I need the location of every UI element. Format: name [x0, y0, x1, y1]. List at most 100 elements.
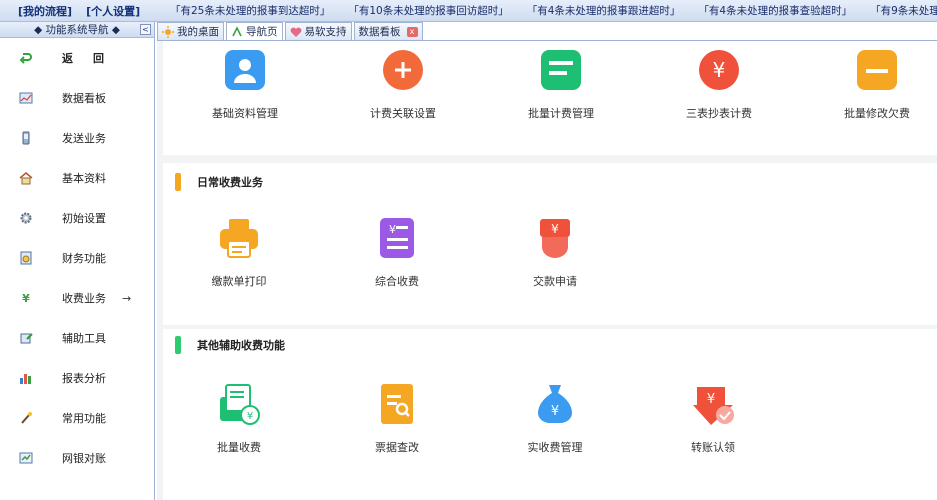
section-title-text: 日常收费业务: [197, 176, 263, 189]
sidebar-item-label: 网银对账: [62, 452, 106, 465]
notification-ticker: 「有25条未处理的报事到达超时」 「有10条未处理的报事回访超时」 「有4条未处…: [160, 3, 937, 18]
func-label: 批量收费: [217, 441, 261, 454]
sidebar-item-back[interactable]: 返回: [0, 38, 154, 78]
tab-label: 数据看板: [358, 26, 401, 38]
tab-label: 导航页: [246, 26, 278, 38]
tab-support[interactable]: 易软支持: [284, 22, 352, 40]
my-flow-link[interactable]: [我的流程]: [18, 3, 72, 19]
func-label: 基础资料管理: [212, 107, 278, 120]
sidebar-title: ◆ 功能系统导航 ◆: [34, 24, 120, 36]
phone-icon: [18, 130, 34, 146]
daily-charging-section: 日常收费业务 缴款单打印 ¥ 综合收费 ¥ 交款申请: [163, 163, 937, 325]
tab-label: 我的桌面: [177, 26, 219, 38]
func-meter-billing[interactable]: ¥ 三表抄表计费: [659, 47, 779, 121]
meter-icon: ¥: [696, 47, 742, 93]
top-links: [我的流程] [个人设置]: [0, 3, 160, 19]
svg-text:¥: ¥: [389, 223, 396, 236]
transfer-claim-icon: ¥: [690, 381, 736, 427]
func-label: 批量计费管理: [528, 107, 594, 120]
func-label: 转账认领: [691, 441, 735, 454]
tab-data-board[interactable]: 数据看板 x: [353, 22, 423, 40]
func-label: 批量修改欠费: [844, 107, 910, 120]
tab-navigation[interactable]: 导航页: [226, 22, 283, 40]
func-payment-request[interactable]: ¥ 交款申请: [495, 215, 615, 289]
section-title: 其他辅助收费功能: [175, 336, 285, 354]
svg-text:¥: ¥: [707, 392, 715, 407]
section-title: 日常收费业务: [175, 173, 263, 191]
batch-icon: [538, 47, 584, 93]
sidebar: ◆ 功能系统导航 ◆ < 返回 数据看板 发送业务 基本资料 初始设置 财务功能…: [0, 22, 155, 500]
sidebar-item-common[interactable]: 常用功能: [0, 398, 154, 438]
top-bar: [我的流程] [个人设置] 「有25条未处理的报事到达超时」 「有10条未处理的…: [0, 0, 937, 22]
ticker-item[interactable]: 「有4条未处理的报事查验超时」: [698, 3, 852, 18]
func-comprehensive-charging[interactable]: ¥ 综合收费: [337, 215, 457, 289]
bar-chart-icon: [18, 370, 34, 386]
ticker-item[interactable]: 「有10条未处理的报事回访超时」: [348, 3, 508, 18]
collapse-button[interactable]: <: [140, 24, 151, 35]
heart-icon: [290, 26, 302, 38]
ticker-item[interactable]: 「有25条未处理的报事到达超时」: [170, 3, 330, 18]
dashboard-icon: [18, 90, 34, 106]
sidebar-item-label: 财务功能: [62, 252, 106, 265]
batch-charge-icon: ¥: [216, 381, 262, 427]
sidebar-item-send[interactable]: 发送业务: [0, 118, 154, 158]
func-actual-fee-mgmt[interactable]: ¥ 实收费管理: [495, 381, 615, 455]
personal-settings-link[interactable]: [个人设置]: [86, 3, 140, 19]
home-icon: [18, 170, 34, 186]
func-label: 实收费管理: [527, 441, 583, 454]
svg-text:¥: ¥: [713, 58, 726, 82]
ticker-item[interactable]: 「有9条未处理的报事受理超时」: [870, 3, 937, 18]
expand-arrow-icon: →: [122, 291, 132, 305]
sidebar-item-tools[interactable]: 辅助工具: [0, 318, 154, 358]
sidebar-item-dashboard[interactable]: 数据看板: [0, 78, 154, 118]
sidebar-item-charging[interactable]: ¥ 收费业务 →: [0, 278, 154, 318]
sidebar-header: ◆ 功能系统导航 ◆ <: [0, 22, 154, 38]
other-charging-section: 其他辅助收费功能 ¥ 批量收费 票据查改 ¥ 实收费管理 ¥ 转账认领: [163, 329, 937, 500]
func-batch-charging[interactable]: ¥ 批量收费: [179, 381, 299, 455]
svg-text:¥: ¥: [247, 411, 253, 422]
func-billing-relation[interactable]: 计费关联设置: [343, 47, 463, 121]
sidebar-item-init-settings[interactable]: 初始设置: [0, 198, 154, 238]
section-accent-bar: [175, 173, 181, 191]
sidebar-item-label: 辅助工具: [62, 332, 106, 345]
func-batch-billing[interactable]: 批量计费管理: [501, 47, 621, 121]
sidebar-item-bank-reconcile[interactable]: 网银对账: [0, 438, 154, 478]
func-batch-arrears[interactable]: 批量修改欠费: [817, 47, 937, 121]
sidebar-item-label: 报表分析: [62, 372, 106, 385]
sidebar-item-label: 数据看板: [62, 92, 106, 105]
tab-close-button[interactable]: x: [406, 26, 418, 37]
func-label: 缴款单打印: [211, 275, 267, 288]
sidebar-item-label: 初始设置: [62, 212, 106, 225]
func-basic-data-mgmt[interactable]: 基础资料管理: [185, 47, 305, 121]
func-label: 票据查改: [375, 441, 419, 454]
func-transfer-claim[interactable]: ¥ 转账认领: [653, 381, 773, 455]
sidebar-item-finance[interactable]: 财务功能: [0, 238, 154, 278]
ticker-item[interactable]: 「有4条未处理的报事跟进超时」: [527, 3, 681, 18]
money-bag-icon: ¥: [532, 381, 578, 427]
sidebar-item-basic-data[interactable]: 基本资料: [0, 158, 154, 198]
sidebar-item-label: 基本资料: [62, 172, 106, 185]
nav-icon: [231, 25, 243, 38]
sidebar-item-label: 收费业务: [62, 292, 106, 305]
svg-text:¥: ¥: [551, 404, 559, 419]
func-label: 综合收费: [375, 275, 419, 288]
func-label: 三表抄表计费: [686, 107, 752, 120]
sidebar-item-label: 常用功能: [62, 412, 106, 425]
svg-text:¥: ¥: [551, 222, 559, 236]
arrears-icon: [854, 47, 900, 93]
reconcile-icon: [18, 450, 34, 466]
tab-bar: 我的桌面 导航页 易软支持 数据看板 x: [157, 22, 937, 41]
func-invoice-edit[interactable]: 票据查改: [337, 381, 457, 455]
basic-section: 基础资料管理 计费关联设置 批量计费管理 ¥ 三表抄表计费 批量修改欠费: [163, 41, 937, 155]
func-label: 交款申请: [533, 275, 577, 288]
tab-label: 易软支持: [304, 26, 347, 38]
invoice-search-icon: [374, 381, 420, 427]
back-arrow-icon: [18, 50, 34, 66]
sidebar-item-label: 发送业务: [62, 132, 106, 145]
section-title-text: 其他辅助收费功能: [197, 339, 285, 352]
tab-my-desktop[interactable]: 我的桌面: [157, 22, 224, 40]
func-label: 计费关联设置: [370, 107, 436, 120]
func-payment-slip-print[interactable]: 缴款单打印: [179, 215, 299, 289]
relation-icon: [380, 47, 426, 93]
sidebar-item-reports[interactable]: 报表分析: [0, 358, 154, 398]
